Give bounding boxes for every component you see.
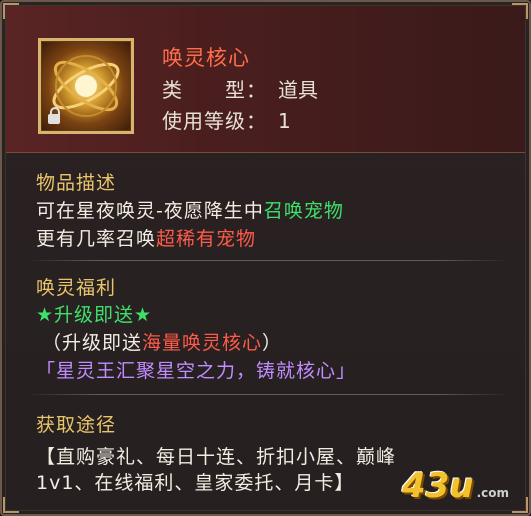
item-type-row: 类 型： 道具: [162, 74, 318, 103]
description-line-2: 更有几率召唤超稀有宠物: [36, 224, 256, 251]
item-level-row: 使用等级： 1: [162, 105, 291, 134]
obtain-line-2: 1v1、在线福利、皇家委托、月卡】: [36, 472, 355, 494]
corner-ornament: [3, 497, 19, 513]
corner-ornament: [512, 497, 528, 513]
obtain-title: 获取途径: [36, 414, 117, 436]
benefits-quote: 「星灵王汇聚星空之力，铸就核心」: [36, 360, 357, 382]
section-divider: [26, 260, 509, 261]
lock-icon: [48, 107, 60, 124]
item-level-label: 使用等级：: [162, 109, 267, 133]
benefits-detail-highlight: 海量唤灵核心: [142, 332, 263, 354]
site-watermark: 43u .com: [402, 466, 509, 506]
item-tooltip-panel: 唤灵核心 类 型： 道具 使用等级： 1 物品描述 可在星夜唤灵-夜愿降生中召唤宠物…: [0, 0, 531, 516]
watermark-sub: .com: [476, 486, 509, 500]
item-type-value: 道具: [278, 78, 318, 102]
section-divider: [26, 394, 509, 395]
benefits-detail: （升级即送海量唤灵核心）: [42, 328, 282, 355]
description-title: 物品描述: [36, 172, 117, 194]
item-header: 唤灵核心 类 型： 道具 使用等级： 1: [6, 6, 525, 153]
benefits-title: 唤灵福利: [36, 277, 117, 299]
description-line-2-highlight: 超稀有宠物: [156, 228, 257, 250]
description-line-1-text: 可在星夜唤灵-夜愿降生中: [36, 200, 264, 222]
item-level-value: 1: [278, 109, 291, 133]
watermark-text: 43u: [402, 466, 474, 506]
description-line-1: 可在星夜唤灵-夜愿降生中召唤宠物: [36, 196, 344, 223]
benefits-headline: ★升级即送★: [36, 304, 153, 326]
benefits-detail-prefix: （升级即送: [42, 332, 143, 354]
description-line-1-highlight: 召唤宠物: [263, 200, 344, 222]
item-name: 唤灵核心: [162, 46, 250, 70]
item-type-label: 类 型：: [162, 78, 267, 102]
description-line-2-text: 更有几率召唤: [36, 228, 157, 250]
obtain-line-1: 【直购豪礼、每日十连、折扣小屋、巅峰: [36, 446, 397, 468]
benefits-detail-suffix: ）: [262, 332, 283, 354]
